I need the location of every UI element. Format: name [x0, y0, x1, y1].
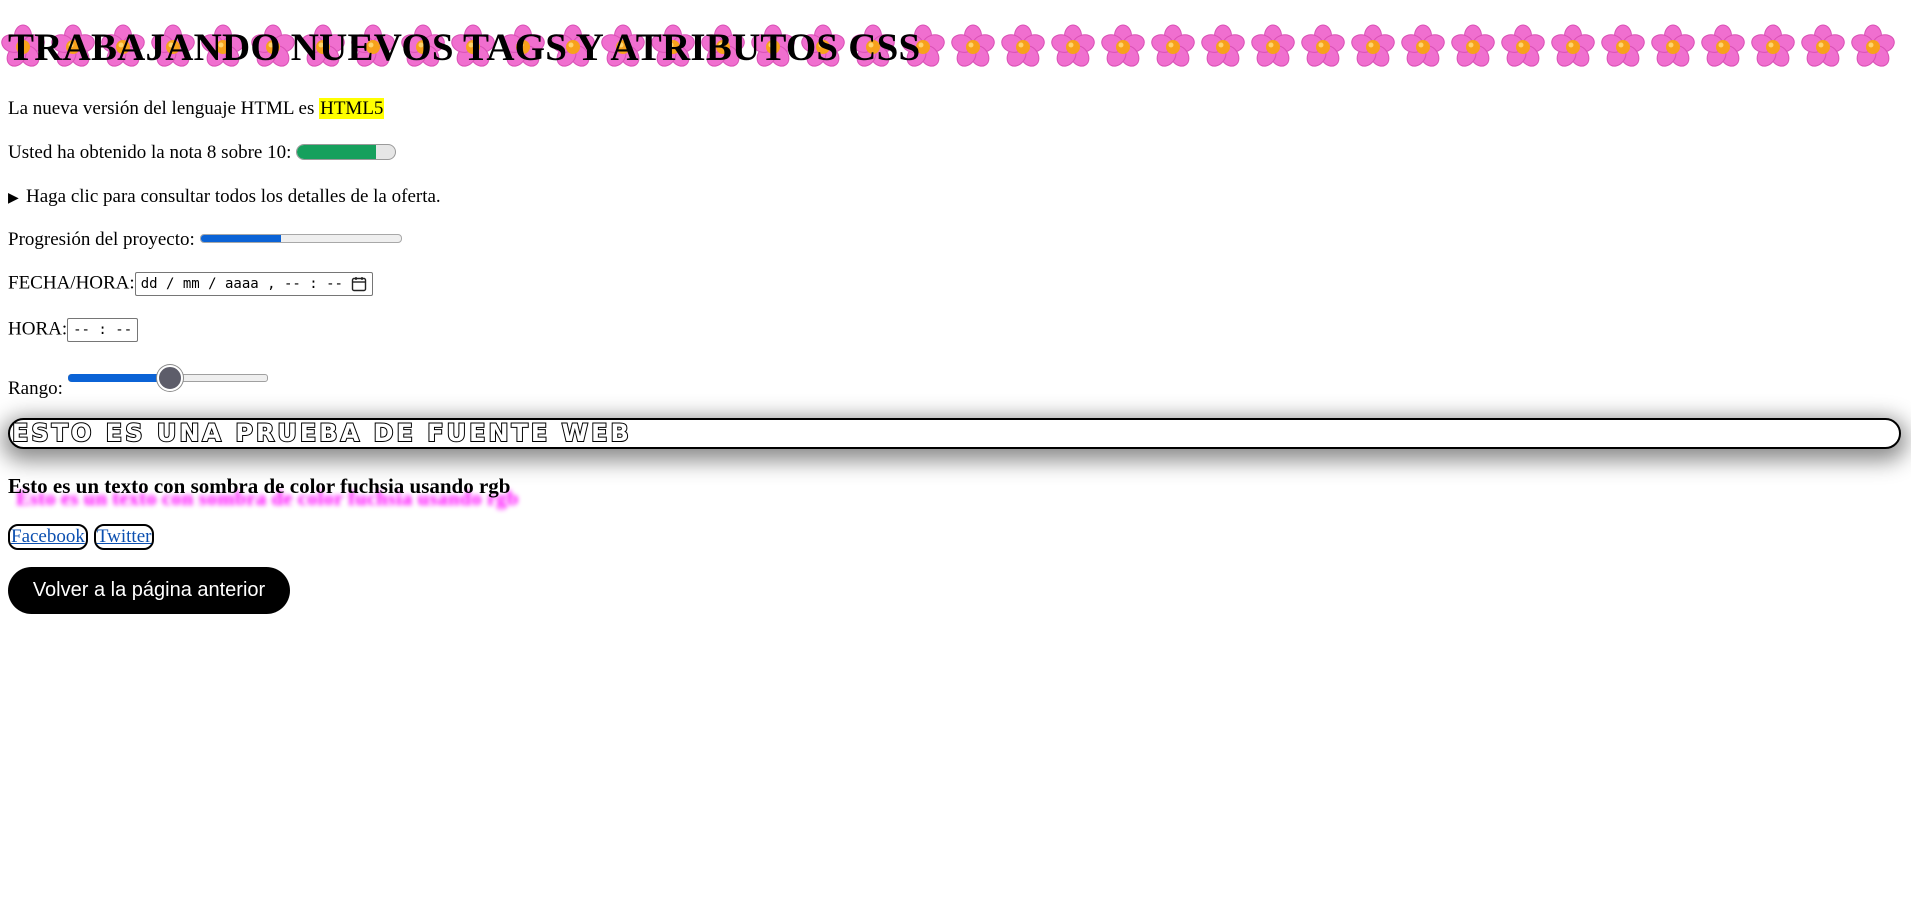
webfont-banner: ESTO ES UNA PRUEBA DE FUENTE WEB — [8, 418, 1901, 449]
grade-line: Usted ha obtenido la nota 8 sobre 10: — [8, 142, 397, 164]
time-label: HORA: — [8, 318, 68, 340]
html5-highlight: HTML5 — [319, 98, 385, 119]
time-input-placeholder: -- : -- — [73, 322, 133, 338]
calendar-icon[interactable] — [351, 276, 367, 292]
project-progress-fill — [200, 235, 281, 242]
datetime-label: FECHA/HORA: — [8, 272, 135, 294]
range-label: Rango: — [8, 378, 63, 399]
datetime-input[interactable]: dd / mm / aaaa , -- : -- — [134, 272, 373, 296]
progress-label: Progresión del proyecto: — [8, 229, 195, 250]
grade-meter — [296, 144, 397, 160]
range-line: Rango: — [8, 364, 268, 400]
grade-meter-fill — [297, 145, 376, 159]
shadow-text: Esto es un texto con sombra de color fuc… — [8, 474, 511, 498]
time-input[interactable]: -- : -- — [67, 318, 139, 342]
range-slider-fill — [67, 374, 168, 382]
range-slider[interactable] — [67, 364, 268, 391]
offer-details-summary[interactable]: Haga clic para consultar todos los detal… — [26, 186, 441, 207]
page-title: TRABAJANDO NUEVOS TAGS Y ATRIBUTOS CSS — [8, 26, 921, 69]
offer-details[interactable]: ▶ Haga clic para consultar todos los deta… — [8, 186, 441, 208]
facebook-link[interactable]: Facebook — [8, 524, 88, 550]
datetime-line: FECHA/HORA: dd / mm / aaaa , -- : -- — [8, 272, 373, 296]
project-progress-bar — [199, 234, 402, 243]
datetime-input-placeholder: dd / mm / aaaa , -- : -- — [140, 276, 343, 292]
social-links: Facebook Twitter — [8, 524, 155, 550]
back-button[interactable]: Volver a la página anterior — [8, 567, 290, 614]
html5-line-text: La nueva versión del lenguaje HTML es — [8, 98, 320, 119]
time-line: HORA: -- : -- — [8, 318, 139, 342]
html5-line: La nueva versión del lenguaje HTML es HT… — [8, 98, 385, 120]
progress-line: Progresión del proyecto: — [8, 229, 402, 251]
twitter-link[interactable]: Twitter — [93, 524, 155, 550]
grade-label: Usted ha obtenido la nota 8 sobre 10: — [8, 142, 292, 163]
range-slider-thumb[interactable] — [156, 365, 183, 391]
disclosure-triangle-icon[interactable]: ▶ — [8, 190, 26, 207]
